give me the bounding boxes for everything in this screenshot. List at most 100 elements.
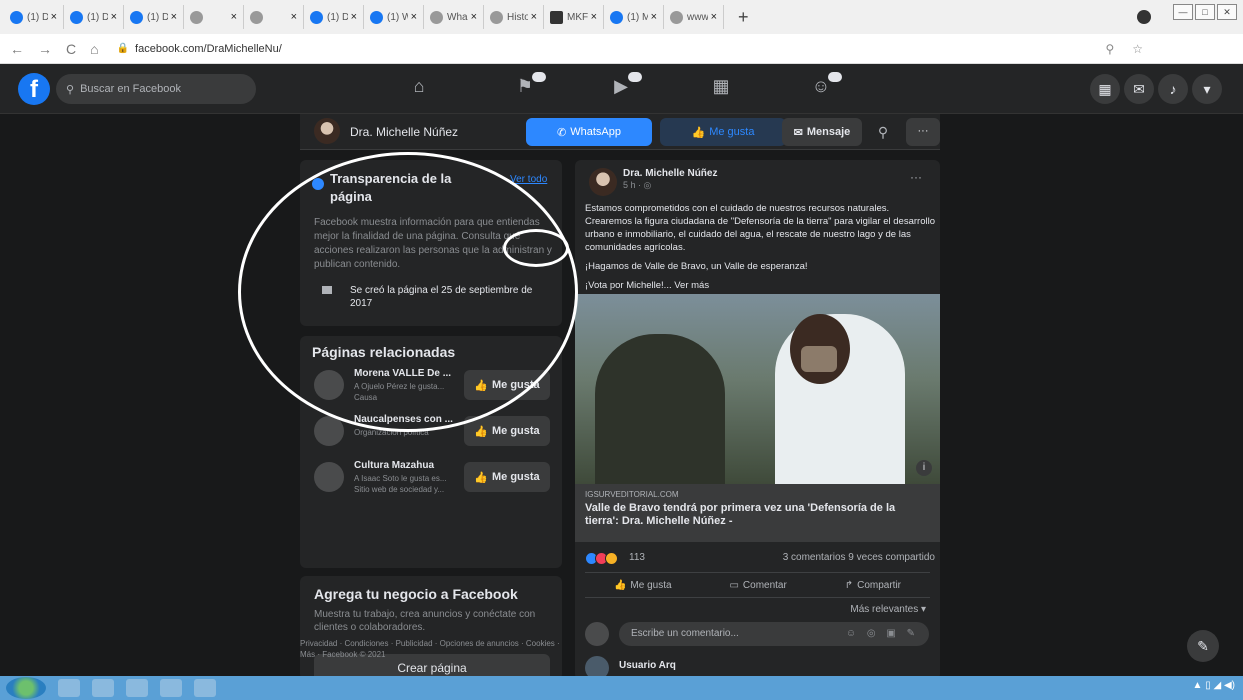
globe-icon: ◎ xyxy=(643,180,652,190)
close-tab-icon[interactable]: × xyxy=(351,11,357,23)
browser-tab[interactable]: (1) M× xyxy=(604,5,664,29)
browser-tab[interactable]: × xyxy=(244,5,304,29)
post-timestamp[interactable]: 5 h · ◎ xyxy=(623,180,651,191)
minimize-button[interactable]: — xyxy=(1173,4,1193,20)
close-tab-icon[interactable]: × xyxy=(711,11,717,23)
facebook-logo[interactable]: f xyxy=(18,73,50,105)
message-button[interactable]: ✉ Mensaje xyxy=(782,118,862,146)
fb-search-input[interactable]: ⚲ Buscar en Facebook xyxy=(56,74,256,104)
like-label: Me gusta xyxy=(492,471,540,483)
browser-tab[interactable]: Histo × xyxy=(484,5,544,29)
home-nav-icon[interactable]: ⌂ xyxy=(404,76,434,102)
comment-placeholder: Escribe un comentario... xyxy=(631,628,739,639)
messenger-icon[interactable]: ✉ xyxy=(1124,74,1154,104)
profile-icon[interactable] xyxy=(1137,10,1151,24)
tab-label: (1) D xyxy=(27,11,48,23)
post-like-button[interactable]: 👍 Me gusta xyxy=(614,580,672,591)
avatar[interactable] xyxy=(314,416,344,446)
url-field[interactable]: facebook.com/DraMichelleNu/ xyxy=(135,43,282,55)
browser-tab[interactable]: × xyxy=(184,5,244,29)
commenter-name[interactable]: Usuario Arq xyxy=(619,660,676,671)
comment-input[interactable]: Escribe un comentario... ☺ ◎ ▣ ✎ xyxy=(619,622,929,646)
page-search-icon[interactable]: ⚲ xyxy=(866,118,900,146)
close-tab-icon[interactable]: × xyxy=(471,11,477,23)
browser-tab[interactable]: (1) D × xyxy=(4,5,64,29)
taskbar-app-icon[interactable] xyxy=(58,679,80,697)
browser-tab[interactable]: MKF × xyxy=(544,5,604,29)
sort-comments-dropdown[interactable]: Más relevantes ▾ xyxy=(850,604,926,615)
tab-favicon-icon xyxy=(130,10,143,24)
whatsapp-button[interactable]: ✆ WhatsApp xyxy=(526,118,652,146)
account-chevron-icon[interactable]: ▾ xyxy=(1192,74,1222,104)
like-label: Me gusta xyxy=(630,579,672,591)
comments-shares-count[interactable]: 3 comentarios 9 veces compartido xyxy=(783,552,935,563)
reload-icon[interactable]: C xyxy=(66,41,76,57)
post-options-icon[interactable]: ··· xyxy=(910,170,922,184)
avatar[interactable] xyxy=(585,656,609,676)
post-image[interactable]: i xyxy=(575,294,940,484)
close-tab-icon[interactable]: × xyxy=(591,11,597,23)
post-see-more[interactable]: ¡Vota por Michelle!... Ver más xyxy=(585,279,935,292)
taskbar-app-icon[interactable] xyxy=(126,679,148,697)
browser-tab[interactable]: www × xyxy=(664,5,724,29)
page-name[interactable]: Dra. Michelle Núñez xyxy=(350,125,458,139)
maximize-button[interactable]: □ xyxy=(1195,4,1215,20)
close-tab-icon[interactable]: × xyxy=(411,11,417,23)
close-window-button[interactable]: ✕ xyxy=(1217,4,1237,20)
comment-tools-icons[interactable]: ☺ ◎ ▣ ✎ xyxy=(846,622,919,646)
related-page-item[interactable]: Cultura Mazahua A Isaac Soto le gusta es… xyxy=(312,458,556,500)
taskbar-app-icon[interactable] xyxy=(160,679,182,697)
groups-nav-icon[interactable]: ☺ xyxy=(806,72,842,102)
new-message-icon[interactable]: ✎ xyxy=(1187,630,1219,662)
lock-icon[interactable]: 🔒 xyxy=(117,43,129,54)
marketplace-nav-icon[interactable]: ▦ xyxy=(706,76,736,102)
notifications-bell-icon[interactable]: ♪ xyxy=(1158,74,1188,104)
link-preview[interactable]: IGSURVEDITORIAL.COM Valle de Bravo tendr… xyxy=(575,484,940,542)
menu-grid-icon[interactable]: ▦ xyxy=(1090,74,1120,104)
browser-tab[interactable]: (1) D × xyxy=(304,5,364,29)
browser-tab[interactable]: (1) W× xyxy=(364,5,424,29)
back-icon[interactable]: ← xyxy=(10,41,24,57)
tab-label: (1) D xyxy=(87,11,108,23)
browser-tab[interactable]: Wha × xyxy=(424,5,484,29)
tab-list: (1) D×(1) D×(1) D×××(1) D×(1) W×Wha×Hist… xyxy=(4,5,724,29)
comment-button[interactable]: ▭ Comentar xyxy=(729,580,786,591)
related-like-button[interactable]: 👍 Me gusta xyxy=(464,462,550,492)
comment-composer: Escribe un comentario... ☺ ◎ ▣ ✎ xyxy=(585,622,930,648)
browser-tab[interactable]: (1) D × xyxy=(124,5,184,29)
reaction-count[interactable]: 113 xyxy=(629,552,645,563)
related-page-name[interactable]: Cultura Mazahua xyxy=(354,460,454,471)
close-tab-icon[interactable]: × xyxy=(111,11,117,23)
watch-nav-icon[interactable]: ▶ xyxy=(606,72,642,102)
page-avatar[interactable] xyxy=(314,118,340,144)
flag-nav-icon[interactable]: ⚑ xyxy=(510,72,546,102)
taskbar-app-icon[interactable] xyxy=(194,679,216,697)
post-author-avatar[interactable] xyxy=(589,168,617,196)
post-author-name[interactable]: Dra. Michelle Núñez xyxy=(623,168,717,179)
star-icon[interactable]: ☆ xyxy=(1132,42,1143,56)
close-tab-icon[interactable]: × xyxy=(291,11,297,23)
avatar[interactable] xyxy=(314,462,344,492)
search-icon[interactable]: ⚲ xyxy=(1105,42,1114,56)
related-like-button[interactable]: 👍 Me gusta xyxy=(464,416,550,446)
thumbs-up-icon: 👍 xyxy=(613,579,627,591)
close-tab-icon[interactable]: × xyxy=(231,11,237,23)
reaction-icons[interactable] xyxy=(585,552,618,565)
facebook-viewport: f ⚲ Buscar en Facebook ⌂ ⚑ ▶ ▦ ☺ ▦ ✉ ♪ ▾… xyxy=(0,64,1243,676)
close-tab-icon[interactable]: × xyxy=(531,11,537,23)
home-icon[interactable]: ⌂ xyxy=(90,41,98,57)
browser-tab[interactable]: (1) D × xyxy=(64,5,124,29)
forward-icon[interactable]: → xyxy=(38,41,52,57)
new-tab-button[interactable]: + xyxy=(738,7,749,28)
page-like-button[interactable]: 👍 Me gusta xyxy=(660,118,786,146)
info-icon[interactable]: i xyxy=(916,460,932,476)
close-tab-icon[interactable]: × xyxy=(51,11,57,23)
taskbar-app-icon[interactable] xyxy=(92,679,114,697)
post-body: Estamos comprometidos con el cuidado de … xyxy=(585,202,935,298)
system-tray[interactable]: ▲ ▯ ◢ ◀) xyxy=(1193,680,1235,691)
close-tab-icon[interactable]: × xyxy=(171,11,177,23)
start-button-icon[interactable] xyxy=(6,677,46,699)
share-button[interactable]: ↱ Compartir xyxy=(845,580,901,591)
close-tab-icon[interactable]: × xyxy=(651,11,657,23)
more-options-button[interactable]: ··· xyxy=(906,118,940,146)
